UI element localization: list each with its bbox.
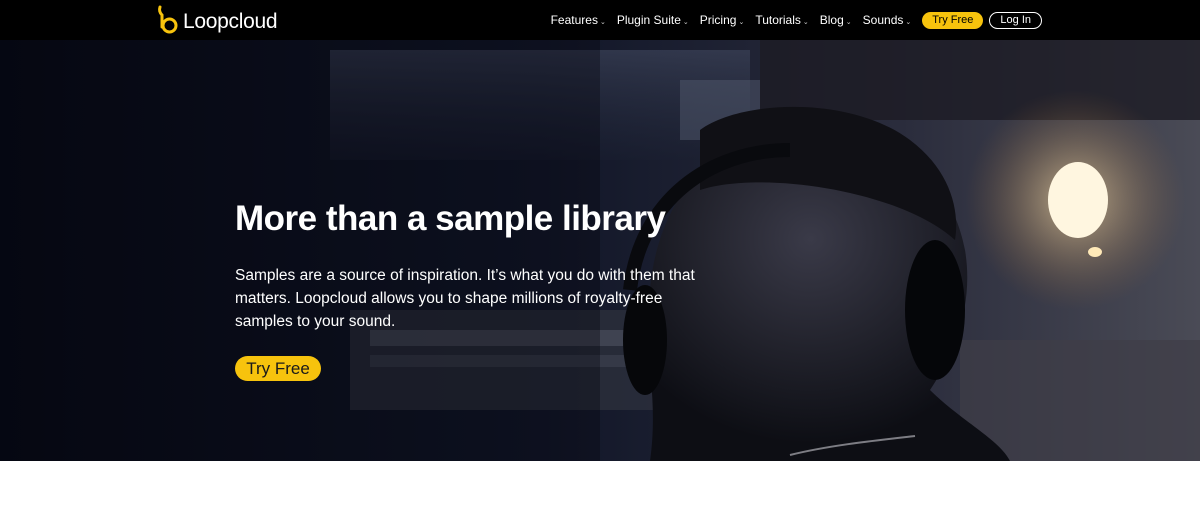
- login-button[interactable]: Log In: [989, 11, 1042, 29]
- nav-item-features[interactable]: Features ⌄: [551, 13, 606, 27]
- loopcloud-logo[interactable]: Loopcloud: [155, 3, 278, 35]
- hero-background-image: [0, 40, 1200, 461]
- nav-item-blog[interactable]: Blog ⌄: [820, 13, 852, 27]
- hero-section: More than a sample library Samples are a…: [0, 40, 1200, 461]
- chevron-down-icon: ⌄: [845, 19, 852, 26]
- chevron-down-icon: ⌄: [738, 19, 745, 26]
- top-navbar: Loopcloud Features ⌄ Plugin Suite ⌄ Pric…: [0, 0, 1200, 40]
- loopcloud-logo-icon: [158, 5, 178, 34]
- chevron-down-icon: ⌄: [905, 19, 912, 26]
- nav-label: Blog: [819, 13, 844, 27]
- hero-try-free-button[interactable]: Try Free: [235, 356, 321, 381]
- nav-label: Features: [550, 13, 598, 27]
- hero-description: Samples are a source of inspiration. It’…: [235, 267, 695, 330]
- nav-label: Pricing: [699, 13, 737, 27]
- nav-label: Tutorials: [755, 13, 801, 27]
- chevron-down-icon: ⌄: [802, 19, 809, 26]
- nav-label: Plugin Suite: [616, 13, 681, 27]
- chevron-down-icon: ⌄: [599, 19, 606, 26]
- nav-label: Sounds: [862, 13, 904, 27]
- nav-item-sounds[interactable]: Sounds ⌄: [863, 13, 912, 27]
- chevron-down-icon: ⌄: [682, 19, 689, 26]
- nav-try-free-button[interactable]: Try Free: [922, 11, 984, 29]
- nav-item-tutorials[interactable]: Tutorials ⌄: [755, 13, 808, 27]
- brand-name: Loopcloud: [183, 10, 278, 33]
- nav-item-pricing[interactable]: Pricing ⌄: [700, 13, 745, 27]
- main-nav: Features ⌄ Plugin Suite ⌄ Pricing ⌄ Tuto…: [551, 9, 1042, 31]
- hero-title: More than a sample library: [235, 199, 666, 238]
- nav-item-plugin-suite[interactable]: Plugin Suite ⌄: [617, 13, 689, 27]
